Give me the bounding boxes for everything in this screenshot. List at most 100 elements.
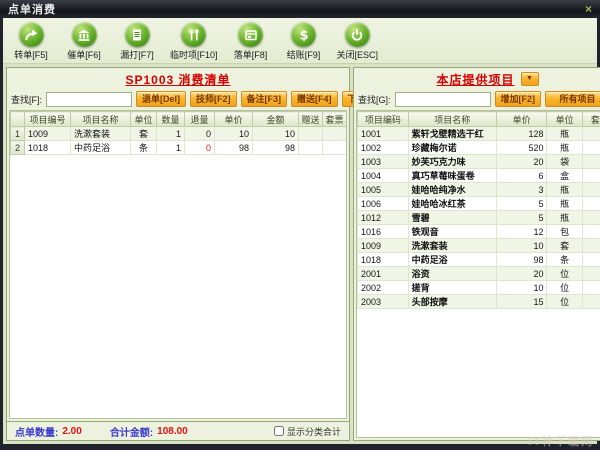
temp-item-button[interactable]: 临时项[F10] [170, 22, 218, 61]
table-cell[interactable]: 1005 [358, 183, 409, 197]
table-cell[interactable]: 6 [496, 169, 547, 183]
table-cell[interactable]: 洗漱套装 [71, 127, 131, 141]
table-cell[interactable]: 1001 [358, 127, 409, 141]
return-item-button[interactable]: 退单[Del] [136, 91, 186, 107]
col-item-name[interactable]: 项目名称 [71, 112, 131, 127]
table-cell[interactable] [582, 225, 600, 239]
gift-button[interactable]: 赠送[F4] [291, 91, 338, 107]
table-cell[interactable]: 10 [215, 127, 253, 141]
table-cell[interactable]: 瓶 [547, 197, 582, 211]
table-cell[interactable]: 1004 [358, 169, 409, 183]
table-cell[interactable] [323, 141, 347, 155]
table-cell[interactable]: 紫轩戈壁精选干红 [408, 127, 496, 141]
table-cell[interactable]: 包 [547, 225, 582, 239]
table-cell[interactable]: 浴资 [408, 267, 496, 281]
table-cell[interactable]: 12 [496, 225, 547, 239]
table-cell[interactable] [323, 127, 347, 141]
table-row[interactable]: 2001浴资20位 [358, 267, 600, 281]
table-cell[interactable]: 洗漱套装 [408, 239, 496, 253]
table-cell[interactable]: 520 [496, 141, 547, 155]
table-row[interactable]: 1002珍藏梅尔诺520瓶 [358, 141, 600, 155]
table-cell[interactable] [582, 183, 600, 197]
table-cell[interactable]: 位 [547, 267, 582, 281]
table-cell[interactable]: 10 [496, 281, 547, 295]
table-cell[interactable]: 10 [496, 239, 547, 253]
place-order-button[interactable]: 落单[F8] [231, 22, 271, 61]
table-cell[interactable]: 0 [185, 127, 215, 141]
table-cell[interactable]: 3 [496, 183, 547, 197]
col-item-name[interactable]: 项目名称 [408, 112, 496, 127]
table-cell[interactable]: 1002 [358, 141, 409, 155]
table-row[interactable]: 1006娃哈哈冰红茶5瓶 [358, 197, 600, 211]
col-package[interactable]: 套票 [323, 112, 347, 127]
close-window-button[interactable]: 关闭[ESC] [337, 22, 379, 61]
col-package[interactable]: 套票 [582, 112, 600, 127]
table-cell[interactable]: 娃哈哈冰红茶 [408, 197, 496, 211]
remark-button[interactable]: 备注[F3] [241, 91, 288, 107]
col-unit[interactable]: 单位 [547, 112, 582, 127]
col-gift[interactable]: 赠送 [299, 112, 323, 127]
table-cell[interactable]: 1018 [358, 253, 409, 267]
table-cell[interactable]: 雪碧 [408, 211, 496, 225]
table-row[interactable]: 1003妙芙巧克力味20袋 [358, 155, 600, 169]
all-items-button[interactable]: 所有项目 ↓ [545, 91, 600, 107]
table-cell[interactable] [582, 127, 600, 141]
table-cell[interactable]: 5 [496, 197, 547, 211]
table-cell[interactable]: 服务类 [347, 141, 348, 155]
table-cell[interactable] [582, 239, 600, 253]
table-cell[interactable]: 服务类 [347, 127, 348, 141]
table-row[interactable]: 2003头部按摩15位 [358, 295, 600, 309]
table-cell[interactable]: 20 [496, 155, 547, 169]
table-cell[interactable]: 1012 [358, 211, 409, 225]
col-unit[interactable]: 单位 [131, 112, 157, 127]
table-cell[interactable]: 中药足浴 [408, 253, 496, 267]
table-cell[interactable]: 20 [496, 267, 547, 281]
table-cell[interactable]: 1006 [358, 197, 409, 211]
table-cell[interactable]: 1 [11, 127, 25, 141]
missed-print-button[interactable]: 漏打[F7] [117, 22, 157, 61]
table-cell[interactable]: 98 [215, 141, 253, 155]
table-cell[interactable] [299, 127, 323, 141]
table-cell[interactable] [582, 295, 600, 309]
table-cell[interactable] [582, 141, 600, 155]
col-qty[interactable]: 数量 [157, 112, 185, 127]
table-cell[interactable]: 98 [496, 253, 547, 267]
table-cell[interactable]: 瓶 [547, 183, 582, 197]
table-cell[interactable]: 1003 [358, 155, 409, 169]
table-cell[interactable]: 瓶 [547, 127, 582, 141]
urge-order-button[interactable]: 催单[F6] [64, 22, 104, 61]
table-cell[interactable]: 位 [547, 295, 582, 309]
table-row[interactable]: 21018中药足浴条109898服务类 [11, 141, 348, 155]
col-rownum[interactable] [11, 112, 25, 127]
table-cell[interactable]: 1018 [25, 141, 71, 155]
table-cell[interactable]: 袋 [547, 155, 582, 169]
table-row[interactable]: 1018中药足浴98条 [358, 253, 600, 267]
table-cell[interactable]: 套 [547, 239, 582, 253]
table-cell[interactable]: 中药足浴 [71, 141, 131, 155]
col-amount[interactable]: 金额 [253, 112, 299, 127]
table-row[interactable]: 1004真巧草莓味蛋卷6盒 [358, 169, 600, 183]
table-row[interactable]: 1005娃哈哈纯净水3瓶 [358, 183, 600, 197]
table-cell[interactable]: 条 [547, 253, 582, 267]
table-cell[interactable]: 2001 [358, 267, 409, 281]
col-price[interactable]: 单价 [215, 112, 253, 127]
table-cell[interactable] [582, 169, 600, 183]
table-cell[interactable]: 98 [253, 141, 299, 155]
add-item-button[interactable]: 增加[F2] [495, 91, 542, 107]
table-row[interactable]: 2002搓背10位 [358, 281, 600, 295]
col-category[interactable]: 项目 [347, 112, 348, 127]
table-cell[interactable]: 1 [157, 127, 185, 141]
checkout-button[interactable]: $ 结账[F9] [284, 22, 324, 61]
table-cell[interactable]: 2002 [358, 281, 409, 295]
technician-button[interactable]: 技师[F2] [190, 91, 237, 107]
table-cell[interactable]: 1009 [25, 127, 71, 141]
table-cell[interactable]: 珍藏梅尔诺 [408, 141, 496, 155]
table-cell[interactable]: 2 [11, 141, 25, 155]
close-icon[interactable]: × [585, 3, 592, 15]
table-cell[interactable]: 1009 [358, 239, 409, 253]
table-cell[interactable]: 瓶 [547, 141, 582, 155]
table-row[interactable]: 1001紫轩戈壁精选干红128瓶 [358, 127, 600, 141]
table-cell[interactable]: 娃哈哈纯净水 [408, 183, 496, 197]
table-cell[interactable]: 盒 [547, 169, 582, 183]
col-item-code[interactable]: 项目编码 [358, 112, 409, 127]
